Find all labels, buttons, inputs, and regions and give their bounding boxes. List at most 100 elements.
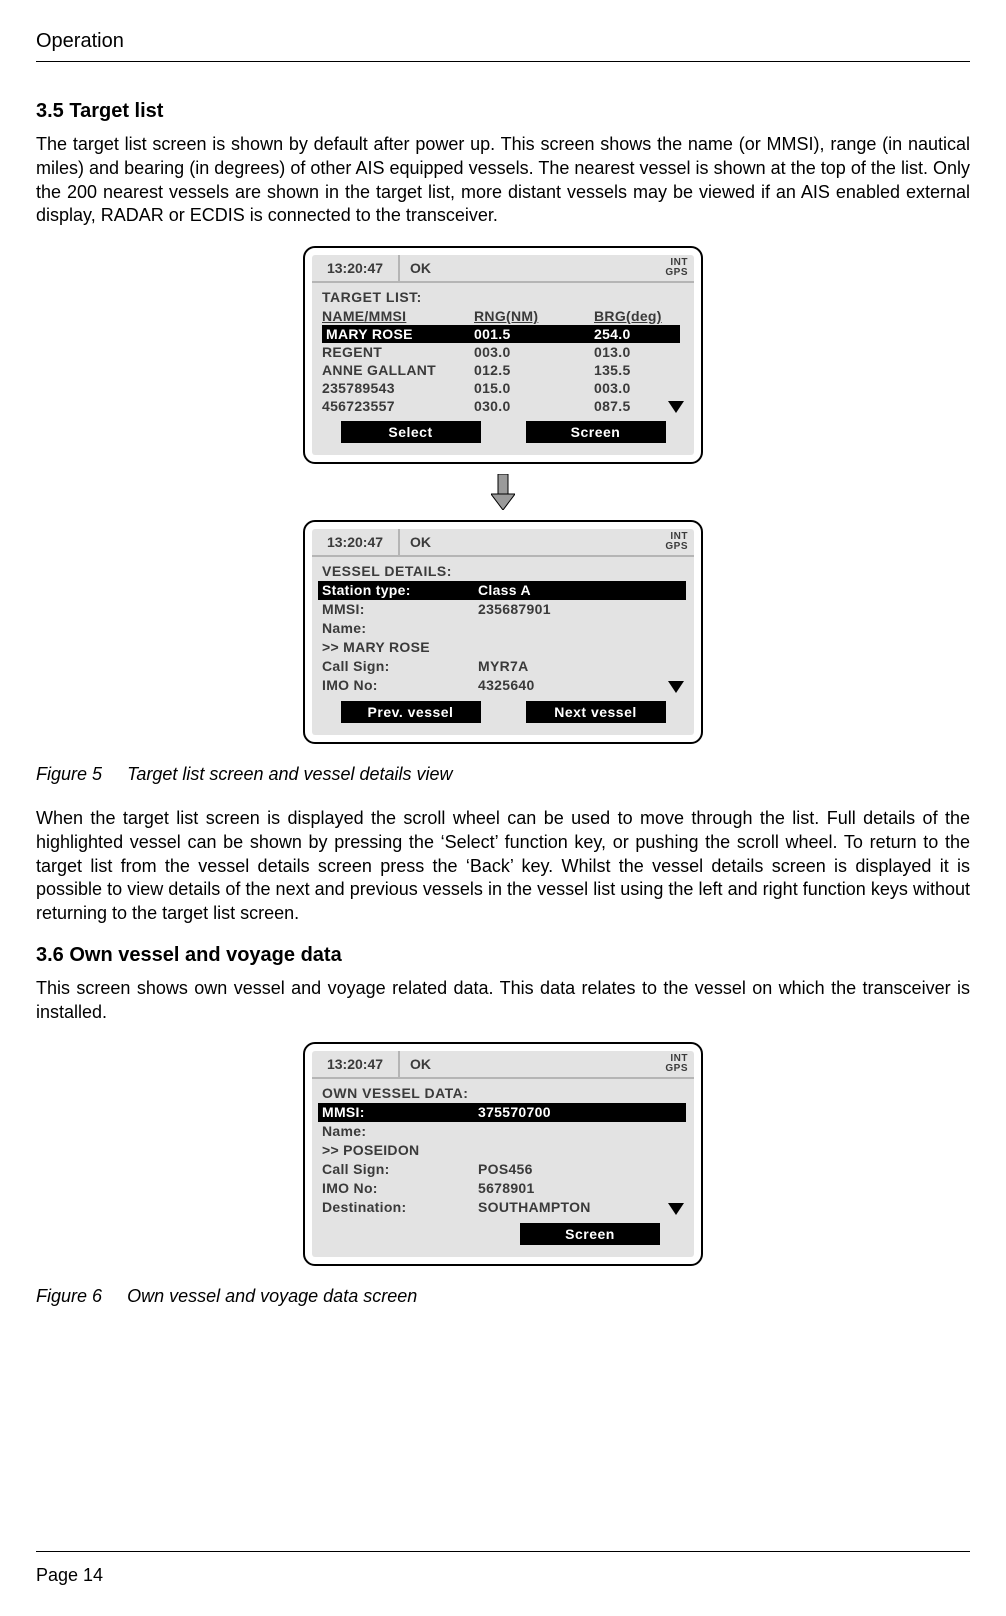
device-target-list: 13:20:47 OK INT GPS TARGET LIST: NAME/MM… (303, 246, 703, 464)
field-value: Class A (478, 581, 686, 600)
screen-title: OWN VESSEL DATA: (312, 1079, 694, 1103)
status-ok: OK (400, 1051, 642, 1077)
list-item[interactable]: IMO No: 4325640 (322, 676, 682, 695)
field-value (478, 619, 682, 638)
section-3-5-para-1: The target list screen is shown by defau… (36, 133, 970, 228)
field-label: MMSI: (322, 600, 478, 619)
status-ok: OK (400, 255, 642, 281)
field-value: MYR7A (478, 657, 682, 676)
screen-title: TARGET LIST: (312, 283, 694, 307)
scroll-down-icon[interactable] (668, 401, 684, 413)
scroll-down-icon[interactable] (668, 681, 684, 693)
field-value (478, 1122, 682, 1141)
status-gps: GPS (665, 542, 688, 552)
softkey-screen[interactable]: Screen (520, 1223, 660, 1245)
list-item[interactable]: Station type: Class A (318, 581, 686, 600)
cell-brg: 135.5 (594, 361, 680, 379)
list-item[interactable]: MMSI: 235687901 (322, 600, 682, 619)
table-row[interactable]: 456723557 030.0 087.5 (322, 397, 680, 415)
figure-label: Figure 6 (36, 1286, 102, 1306)
cell-brg: 254.0 (594, 325, 680, 343)
cell-rng: 001.5 (474, 325, 594, 343)
field-label: Name: (322, 619, 478, 638)
table-row[interactable]: REGENT 003.0 013.0 (322, 343, 680, 361)
section-heading-3-5: 3.5 Target list (36, 100, 970, 123)
figure-6: 13:20:47 OK INT GPS OWN VESSEL DATA: MMS… (36, 1042, 970, 1266)
cell-brg: 003.0 (594, 379, 680, 397)
figure-label: Figure 5 (36, 764, 102, 784)
list-item[interactable]: IMO No: 5678901 (322, 1179, 682, 1198)
field-label: >> POSEIDON (322, 1141, 478, 1160)
cell-rng: 015.0 (474, 379, 594, 397)
status-gps: GPS (665, 268, 688, 278)
field-label: Call Sign: (322, 657, 478, 676)
field-label: MMSI: (322, 1103, 478, 1122)
arrow-down-icon (491, 474, 515, 510)
field-label: Station type: (322, 581, 478, 600)
list-item[interactable]: Call Sign: POS456 (322, 1160, 682, 1179)
cell-name: 235789543 (322, 379, 474, 397)
status-time: 13:20:47 (312, 1051, 400, 1077)
list-item[interactable]: MMSI: 375570700 (318, 1103, 686, 1122)
list-item[interactable]: >> POSEIDON (322, 1141, 682, 1160)
cell-brg: 013.0 (594, 343, 680, 361)
field-label: Name: (322, 1122, 478, 1141)
status-indicators: INT GPS (642, 1051, 694, 1077)
cell-rng: 030.0 (474, 397, 594, 415)
softkey-select[interactable]: Select (341, 421, 481, 443)
field-value: 375570700 (478, 1103, 686, 1122)
target-list-table[interactable]: NAME/MMSI RNG(NM) BRG(deg) MARY ROSE 001… (322, 307, 680, 415)
list-item[interactable]: Name: (322, 1122, 682, 1141)
status-indicators: INT GPS (642, 529, 694, 555)
field-value: 4325640 (478, 676, 682, 695)
field-label: Destination: (322, 1198, 478, 1217)
screen-title: VESSEL DETAILS: (312, 557, 694, 581)
status-time: 13:20:47 (312, 529, 400, 555)
table-row[interactable]: ANNE GALLANT 012.5 135.5 (322, 361, 680, 379)
table-row[interactable]: 235789543 015.0 003.0 (322, 379, 680, 397)
col-rng: RNG(NM) (474, 307, 594, 325)
page-number: Page 14 (36, 1565, 103, 1586)
table-row[interactable]: MARY ROSE 001.5 254.0 (322, 325, 680, 343)
device-own-vessel: 13:20:47 OK INT GPS OWN VESSEL DATA: MMS… (303, 1042, 703, 1266)
status-gps: GPS (665, 1064, 688, 1074)
field-label: >> MARY ROSE (322, 638, 478, 657)
status-indicators: INT GPS (642, 255, 694, 281)
figure-text: Own vessel and voyage data screen (127, 1286, 417, 1306)
status-ok: OK (400, 529, 642, 555)
figure-5-caption: Figure 5 Target list screen and vessel d… (36, 764, 970, 785)
list-item[interactable]: Name: (322, 619, 682, 638)
field-value (478, 638, 682, 657)
softkey-next-vessel[interactable]: Next vessel (526, 701, 666, 723)
field-label: IMO No: (322, 676, 478, 695)
field-value: 5678901 (478, 1179, 682, 1198)
cell-rng: 012.5 (474, 361, 594, 379)
own-vessel-list[interactable]: MMSI: 375570700 Name: >> POSEIDON Ca (322, 1103, 682, 1217)
field-value: SOUTHAMPTON (478, 1198, 682, 1217)
vessel-details-list[interactable]: Station type: Class A MMSI: 235687901 Na… (322, 581, 682, 695)
scroll-down-icon[interactable] (668, 1203, 684, 1215)
footer-rule (36, 1551, 970, 1552)
figure-6-caption: Figure 6 Own vessel and voyage data scre… (36, 1286, 970, 1307)
section-3-6-para-1: This screen shows own vessel and voyage … (36, 977, 970, 1025)
status-time: 13:20:47 (312, 255, 400, 281)
device-vessel-details: 13:20:47 OK INT GPS VESSEL DETAILS: Stat… (303, 520, 703, 744)
figure-5: 13:20:47 OK INT GPS TARGET LIST: NAME/MM… (36, 246, 970, 744)
section-3-5-para-2: When the target list screen is displayed… (36, 807, 970, 926)
field-label: IMO No: (322, 1179, 478, 1198)
figure-text: Target list screen and vessel details vi… (127, 764, 453, 784)
field-value: POS456 (478, 1160, 682, 1179)
header-rule (36, 61, 970, 62)
list-item[interactable]: >> MARY ROSE (322, 638, 682, 657)
softkey-prev-vessel[interactable]: Prev. vessel (341, 701, 481, 723)
softkey-screen[interactable]: Screen (526, 421, 666, 443)
chapter-title: Operation (36, 30, 970, 53)
col-brg: BRG(deg) (594, 307, 680, 325)
field-label: Call Sign: (322, 1160, 478, 1179)
col-name-mmsi: NAME/MMSI (322, 307, 474, 325)
list-item[interactable]: Call Sign: MYR7A (322, 657, 682, 676)
status-bar: 13:20:47 OK INT GPS (312, 1051, 694, 1079)
field-value: 235687901 (478, 600, 682, 619)
status-bar: 13:20:47 OK INT GPS (312, 255, 694, 283)
list-item[interactable]: Destination: SOUTHAMPTON (322, 1198, 682, 1217)
